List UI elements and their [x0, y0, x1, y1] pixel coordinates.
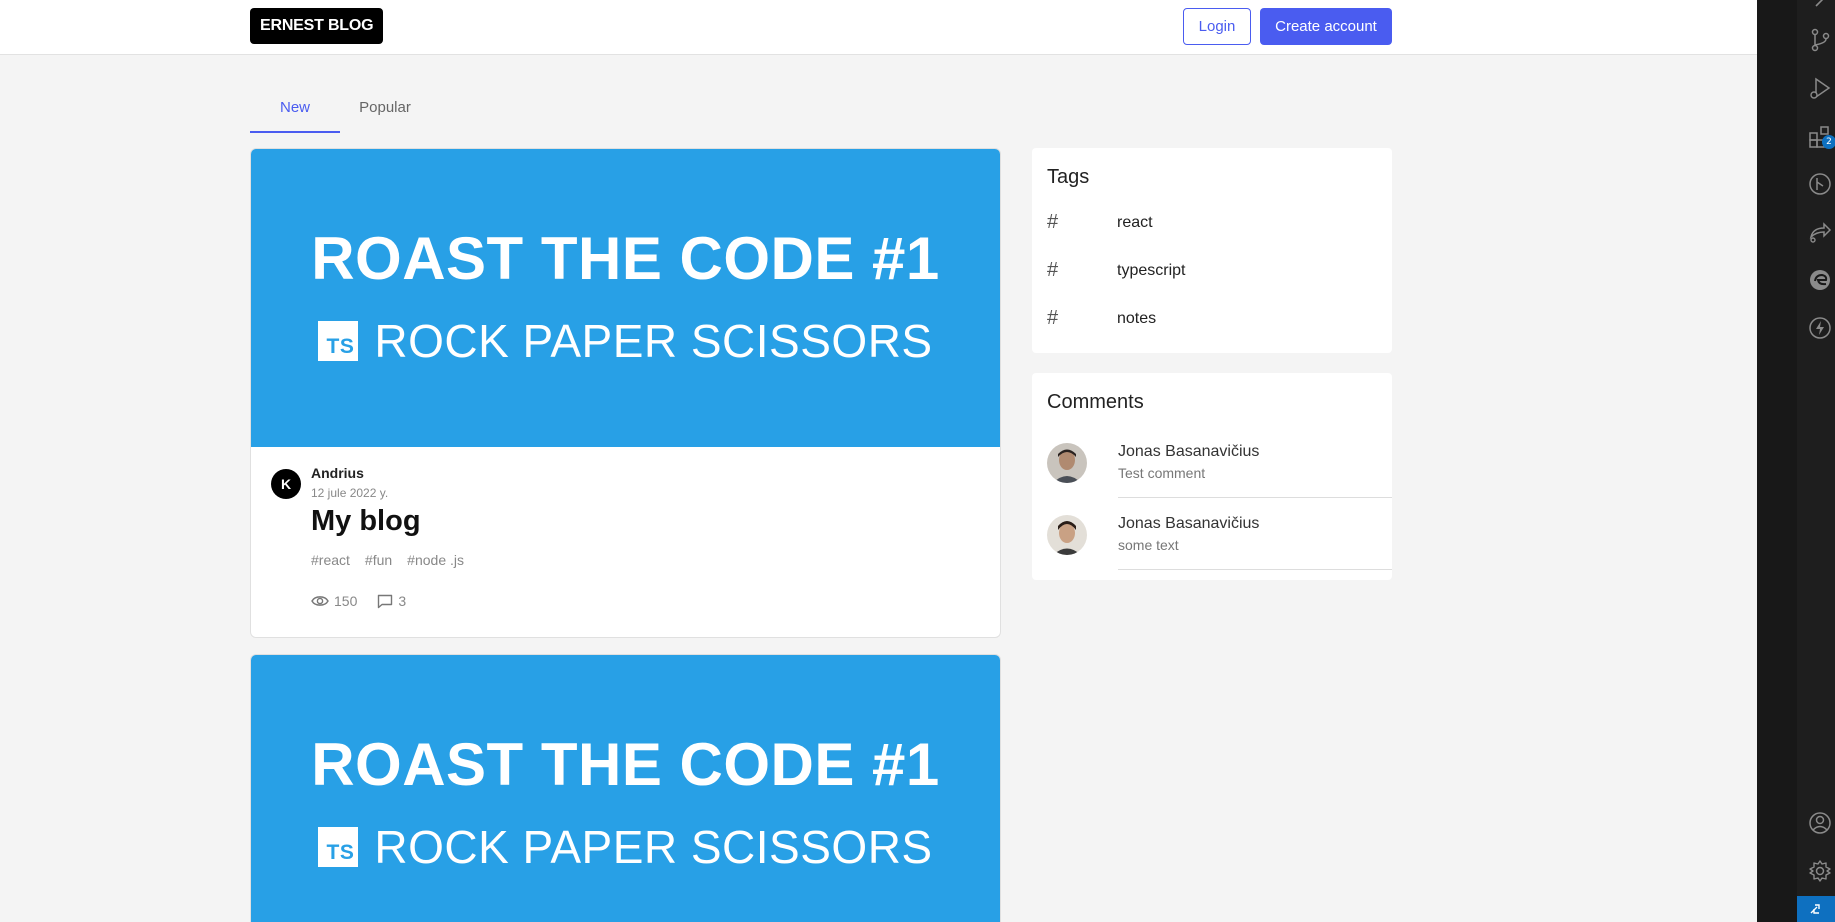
cover-subtitle-row: TS ROCK PAPER SCISSORS	[251, 820, 1000, 874]
tag-item[interactable]: # typescript	[1047, 259, 1185, 282]
tab-new[interactable]: New	[250, 88, 340, 133]
tag-label: notes	[1117, 309, 1157, 327]
edge-devtools-icon[interactable]	[1807, 267, 1833, 293]
create-account-button[interactable]: Create account	[1260, 8, 1392, 45]
views-count: 150	[334, 593, 358, 609]
cover-subtitle: ROCK PAPER SCISSORS	[374, 821, 933, 873]
tag-label: typescript	[1117, 261, 1186, 279]
post-tag[interactable]: #react	[311, 552, 350, 568]
post-tag[interactable]: #node .js	[407, 552, 464, 568]
tab-popular[interactable]: Popular	[340, 88, 430, 133]
post-title[interactable]: My blog	[311, 505, 421, 538]
comment-item[interactable]: Jonas Basanavičius Test comment	[1047, 443, 1392, 515]
tags-title: Tags	[1047, 166, 1090, 188]
tag-item[interactable]: # notes	[1047, 307, 1156, 330]
feed-tabs: New Popular	[250, 88, 430, 133]
remote-indicator-button[interactable]	[1797, 896, 1835, 922]
cover-subtitle: ROCK PAPER SCISSORS	[374, 315, 933, 367]
tag-item[interactable]: # react	[1047, 211, 1153, 234]
author-name[interactable]: Andrius	[311, 465, 364, 481]
site-logo[interactable]: ERNEST BLOG	[250, 8, 384, 44]
top-header: ERNEST BLOG Login Create account	[0, 0, 1757, 55]
eye-icon	[311, 596, 329, 606]
post-body: K Andrius 12 jule 2022 y. My blog #react…	[251, 447, 1000, 637]
comment-divider	[1118, 569, 1392, 570]
commenter-avatar[interactable]	[1047, 515, 1087, 555]
run-debug-icon[interactable]	[1807, 75, 1833, 101]
source-control-icon[interactable]	[1807, 27, 1833, 53]
views-stat: 150	[311, 593, 357, 609]
post-date: 12 jule 2022 y.	[311, 486, 389, 500]
tag-label: react	[1117, 213, 1153, 231]
comment-icon	[378, 594, 393, 608]
commenter-name[interactable]: Jonas Basanavičius	[1118, 443, 1259, 461]
comments-panel: Comments Jonas Basanavičius Test comment…	[1032, 373, 1392, 580]
post-card[interactable]: ROAST THE CODE #1 TS ROCK PAPER SCISSORS	[250, 654, 1001, 922]
tags-panel: Tags # react # typescript # notes	[1032, 148, 1392, 353]
hash-icon: #	[1047, 259, 1059, 281]
cover-title: ROAST THE CODE #1	[311, 225, 940, 292]
post-tag[interactable]: #fun	[365, 552, 392, 568]
comments-count: 3	[398, 593, 407, 609]
comments-title: Comments	[1047, 391, 1144, 413]
commenter-avatar[interactable]	[1047, 443, 1087, 483]
post-cover-image[interactable]: ROAST THE CODE #1 TS ROCK PAPER SCISSORS	[251, 655, 1000, 922]
typescript-logo-icon: TS	[318, 827, 359, 867]
typescript-logo-icon: TS	[318, 321, 359, 361]
comment-divider	[1118, 497, 1392, 498]
cover-subtitle-row: TS ROCK PAPER SCISSORS	[251, 314, 1000, 368]
login-button[interactable]: Login	[1183, 8, 1251, 45]
hash-icon: #	[1047, 307, 1059, 329]
comment-item[interactable]: Jonas Basanavičius some text	[1047, 515, 1392, 587]
post-cover-image[interactable]: ROAST THE CODE #1 TS ROCK PAPER SCISSORS	[251, 149, 1000, 447]
comments-stat[interactable]: 3	[377, 593, 406, 609]
extensions-badge: 2	[1822, 135, 1835, 149]
git-graph-icon[interactable]	[1807, 171, 1833, 197]
comment-text: Test comment	[1118, 465, 1206, 481]
commenter-name[interactable]: Jonas Basanavičius	[1118, 515, 1259, 533]
author-avatar[interactable]: K	[271, 469, 301, 499]
settings-gear-icon[interactable]	[1807, 858, 1833, 884]
account-icon[interactable]	[1807, 810, 1833, 836]
lightning-icon[interactable]	[1807, 315, 1833, 341]
post-stats: 150 3	[311, 593, 406, 609]
hash-icon: #	[1047, 211, 1059, 233]
chevron-icon[interactable]	[1807, 0, 1833, 12]
post-tags: #react #fun #node .js	[311, 552, 464, 568]
cover-title: ROAST THE CODE #1	[311, 731, 940, 798]
remote-indicator-icon	[1810, 904, 1820, 914]
post-card[interactable]: ROAST THE CODE #1 TS ROCK PAPER SCISSORS…	[250, 148, 1001, 638]
remote-share-icon[interactable]	[1807, 219, 1833, 245]
comment-text: some text	[1118, 537, 1179, 553]
